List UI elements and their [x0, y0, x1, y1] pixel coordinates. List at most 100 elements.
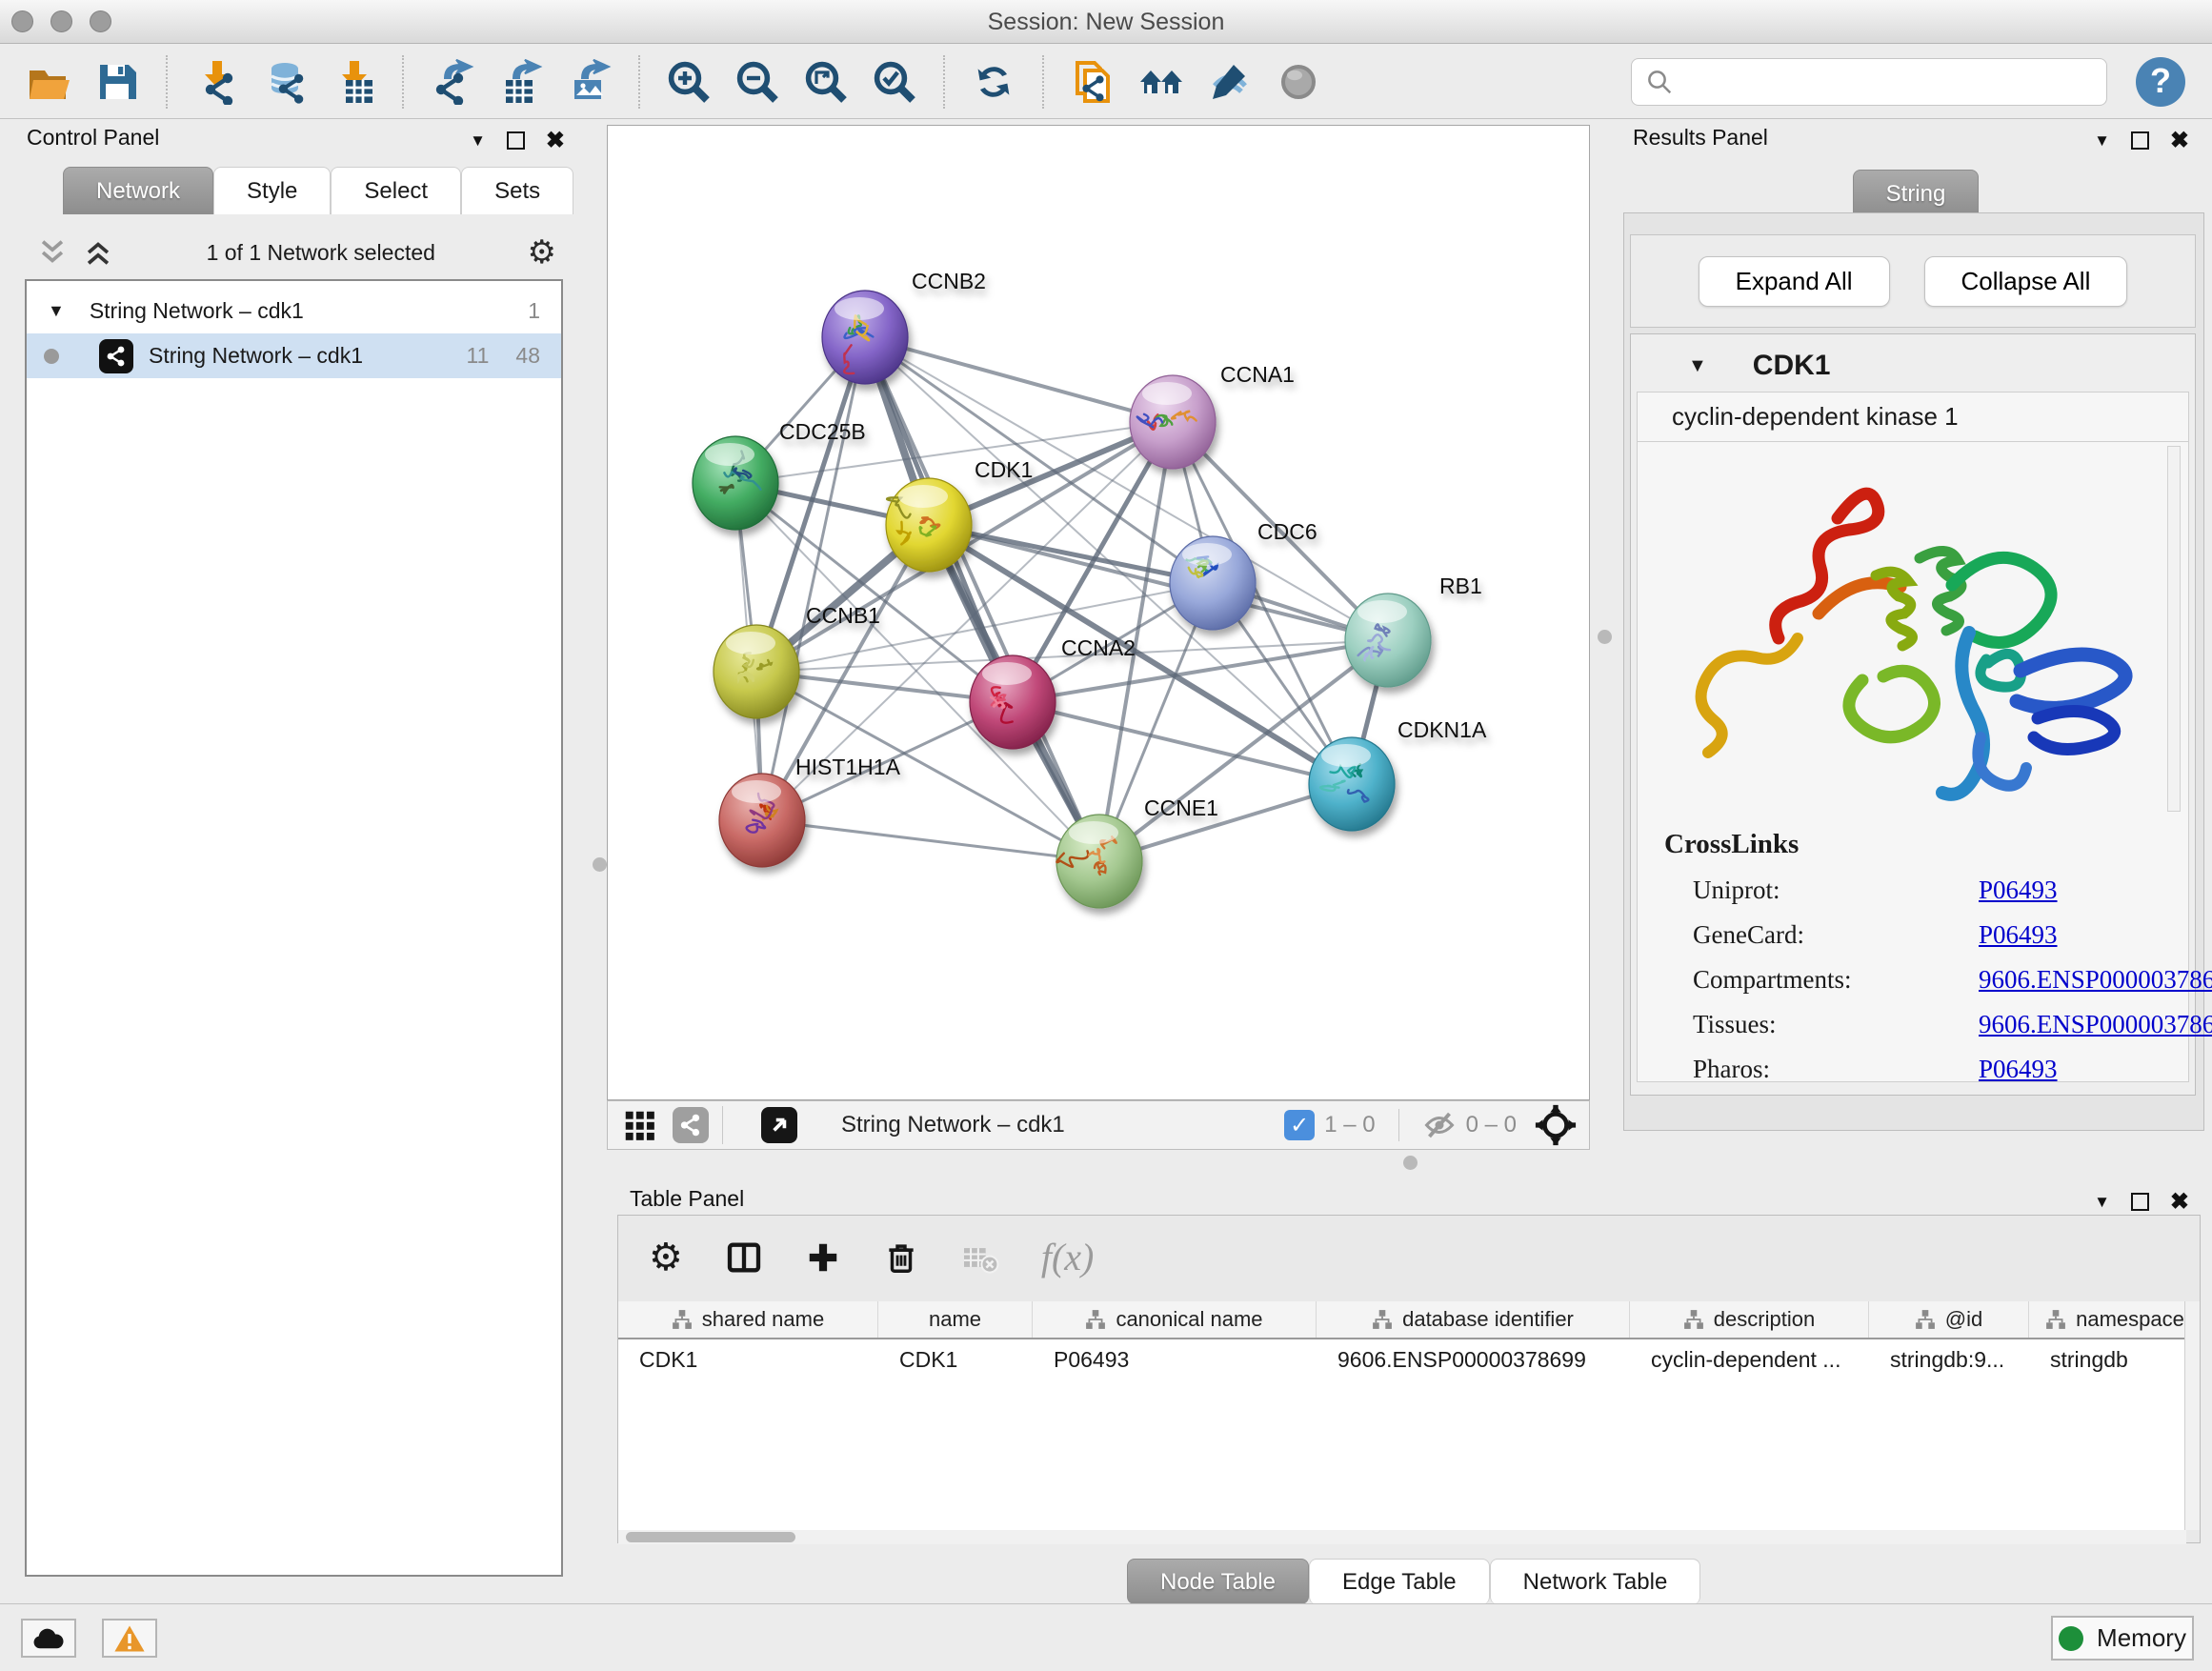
collapse-all-icon[interactable]	[36, 236, 69, 269]
network-edge[interactable]	[762, 820, 1099, 861]
table-cell[interactable]: 9606.ENSP00000378699	[1317, 1339, 1630, 1380]
results-scrollbar[interactable]	[2167, 446, 2181, 812]
column-header-name[interactable]: name	[878, 1301, 1033, 1338]
crosslink-link[interactable]: 9606.ENSP00000378699	[1979, 965, 2212, 995]
crosslink-link[interactable]: P06493	[1979, 920, 2058, 950]
table-horizontal-scrollbar[interactable]	[618, 1530, 2186, 1544]
column-header-description[interactable]: description	[1630, 1301, 1869, 1338]
control-panel-menu-icon[interactable]: ▼	[470, 131, 486, 151]
export-table-icon[interactable]	[497, 58, 545, 106]
network-edge[interactable]	[762, 337, 865, 820]
network-node-CDKN1A[interactable]: CDKN1A	[1309, 717, 1487, 831]
cloud-status-button[interactable]	[21, 1619, 76, 1658]
grid-view-icon[interactable]	[621, 1107, 657, 1143]
table-cell[interactable]: cyclin-dependent ...	[1630, 1339, 1869, 1380]
tab-string[interactable]: String	[1853, 170, 1980, 217]
help-button[interactable]: ?	[2136, 57, 2185, 107]
entry-collapse-icon[interactable]: ▼	[1688, 355, 1707, 377]
tab-select[interactable]: Select	[331, 167, 461, 214]
tab-edge-table[interactable]: Edge Table	[1309, 1559, 1490, 1604]
results-panel-close-icon[interactable]: ✖	[2170, 127, 2189, 154]
tree-expander-icon[interactable]: ▼	[48, 301, 65, 321]
network-edge[interactable]	[865, 337, 1099, 861]
table-vertical-scrollbar[interactable]	[2184, 1301, 2200, 1530]
table-cell[interactable]: P06493	[1033, 1339, 1317, 1380]
crosslink-link[interactable]: 9606.ENSP00000378699	[1979, 1010, 2212, 1039]
add-column-icon[interactable]	[805, 1239, 841, 1276]
import-table-icon[interactable]	[330, 58, 377, 106]
table-cell[interactable]: stringdb:9...	[1869, 1339, 2029, 1380]
column-header-shared-name[interactable]: shared name	[618, 1301, 878, 1338]
warning-status-button[interactable]	[102, 1619, 157, 1658]
zoom-out-icon[interactable]	[734, 58, 781, 106]
open-session-icon[interactable]	[25, 58, 72, 106]
results-panel-float-icon[interactable]	[2131, 131, 2149, 150]
network-node-CCNE1[interactable]: CCNE1	[1056, 795, 1218, 908]
zoom-in-icon[interactable]	[665, 58, 713, 106]
results-panel-menu-icon[interactable]: ▼	[2094, 131, 2110, 151]
hidden-eye-slash-icon[interactable]	[1422, 1108, 1457, 1142]
right-splitter-handle[interactable]	[1598, 630, 1612, 644]
table-options-gear-icon[interactable]: ⚙	[649, 1236, 683, 1279]
control-panel-close-icon[interactable]: ✖	[546, 127, 565, 154]
selected-checkbox-icon[interactable]: ✓	[1284, 1110, 1315, 1140]
crosslink-link[interactable]: P06493	[1979, 876, 2058, 905]
network-node-CCNB1[interactable]: CCNB1	[714, 603, 880, 718]
control-panel-float-icon[interactable]	[507, 131, 525, 150]
left-splitter[interactable]	[592, 119, 607, 1603]
network-collection-row[interactable]: ▼ String Network – cdk1 1	[27, 289, 561, 333]
network-options-gear-icon[interactable]: ⚙	[528, 233, 556, 272]
tab-style[interactable]: Style	[213, 167, 331, 214]
table-cell[interactable]: CDK1	[878, 1339, 1033, 1380]
table-panel-float-icon[interactable]	[2131, 1193, 2149, 1211]
export-image-icon[interactable]	[566, 58, 613, 106]
refresh-layout-icon[interactable]	[970, 58, 1017, 106]
table-cell[interactable]: CDK1	[618, 1339, 878, 1380]
table-scrollbar-thumb[interactable]	[626, 1532, 795, 1542]
hide-panel-icon[interactable]	[1206, 58, 1254, 106]
delete-column-trash-icon[interactable]	[883, 1239, 919, 1276]
column-header-namespace[interactable]: namespace	[2029, 1301, 2186, 1338]
memory-button[interactable]: Memory	[2051, 1616, 2194, 1661]
network-canvas[interactable]: CCNB2 CCNA1 CDC25B CDK1 CDC6 RB1 CCNB1 C…	[607, 125, 1590, 1100]
export-network-icon[interactable]	[429, 58, 476, 106]
search-input[interactable]	[1631, 58, 2107, 106]
network-row-selected[interactable]: String Network – cdk1 11 48	[27, 333, 561, 378]
table-panel-menu-icon[interactable]: ▼	[2094, 1193, 2110, 1212]
table-panel-close-icon[interactable]: ✖	[2170, 1188, 2189, 1216]
save-session-icon[interactable]	[93, 58, 141, 106]
network-node-HIST1H1A[interactable]: HIST1H1A	[719, 755, 901, 867]
table-cell[interactable]: stringdb	[2029, 1339, 2186, 1380]
network-node-CCNA1[interactable]: CCNA1	[1130, 362, 1295, 469]
import-database-icon[interactable]	[261, 58, 309, 106]
column-header-@id[interactable]: @id	[1869, 1301, 2029, 1338]
horizontal-splitter-handle[interactable]	[1403, 1156, 1418, 1170]
fit-content-crosshair-icon[interactable]	[1534, 1103, 1578, 1147]
zoom-fit-icon[interactable]	[802, 58, 850, 106]
tab-network-table[interactable]: Network Table	[1490, 1559, 1701, 1604]
expand-all-icon[interactable]	[82, 236, 114, 269]
birdseye-view-icon[interactable]	[761, 1107, 797, 1143]
tab-sets[interactable]: Sets	[461, 167, 573, 214]
zoom-selected-icon[interactable]	[871, 58, 918, 106]
expand-all-button[interactable]: Expand All	[1699, 256, 1890, 307]
node-table[interactable]: shared namenamecanonical namedatabase id…	[618, 1301, 2186, 1530]
network-node-CDC6[interactable]: CDC6	[1170, 519, 1317, 630]
column-header-canonical-name[interactable]: canonical name	[1033, 1301, 1317, 1338]
crosslink-link[interactable]: P06493	[1979, 1055, 2058, 1084]
network-node-RB1[interactable]: RB1	[1345, 574, 1482, 687]
network-node-CDC25B[interactable]: CDC25B	[693, 419, 866, 530]
show-columns-icon[interactable]	[725, 1238, 763, 1277]
collapse-all-button[interactable]: Collapse All	[1924, 256, 2128, 307]
string-home-icon[interactable]	[1137, 58, 1185, 106]
column-header-database-identifier[interactable]: database identifier	[1317, 1301, 1630, 1338]
tab-network[interactable]: Network	[63, 167, 213, 214]
show-panel-icon[interactable]	[1275, 58, 1322, 106]
left-splitter-handle[interactable]	[593, 857, 607, 872]
network-edge[interactable]	[929, 525, 1388, 640]
right-splitter[interactable]	[1590, 119, 1619, 1150]
network-share-view-icon[interactable]	[673, 1107, 709, 1143]
tab-node-table[interactable]: Node Table	[1127, 1559, 1309, 1604]
network-node-CCNB2[interactable]: CCNB2	[822, 269, 986, 384]
horizontal-splitter[interactable]	[607, 1150, 2212, 1177]
